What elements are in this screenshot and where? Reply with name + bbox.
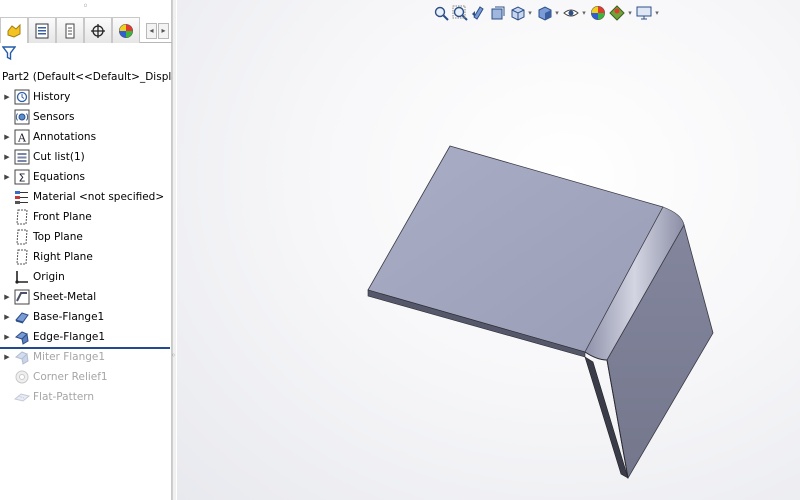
rollback-handle[interactable]: ◦ bbox=[171, 351, 176, 360]
sheet-metal-icon bbox=[14, 289, 30, 305]
corner-relief-icon bbox=[14, 369, 30, 385]
expand-arrow-icon[interactable]: ▶ bbox=[0, 313, 14, 321]
svg-text:A: A bbox=[17, 132, 27, 145]
tree-root-part[interactable]: Part2 (Default<<Default>_Display State bbox=[0, 68, 172, 86]
tree-item-right-plane[interactable]: Right Plane bbox=[0, 247, 170, 267]
tree-item-flat-pattern[interactable]: Flat-Pattern bbox=[0, 387, 170, 407]
filter-icon bbox=[1, 46, 17, 61]
expand-arrow-icon[interactable]: ▶ bbox=[0, 353, 14, 361]
tree-item-label: Flat-Pattern bbox=[33, 391, 95, 403]
tree-item-label: Miter Flange1 bbox=[33, 351, 106, 363]
property-manager-icon bbox=[35, 23, 49, 38]
material-icon bbox=[15, 191, 28, 204]
annotations-icon: A bbox=[14, 129, 30, 145]
sensors-icon bbox=[14, 109, 30, 125]
base-flange-icon bbox=[15, 312, 29, 324]
tab-property-manager[interactable] bbox=[28, 17, 56, 43]
history-icon bbox=[14, 89, 30, 105]
tab-display-manager[interactable] bbox=[112, 17, 140, 43]
miter-flange-icon bbox=[14, 349, 30, 365]
panel-tabs: ◂ ▸ bbox=[0, 17, 172, 43]
tree-item-corner-relief1[interactable]: Corner Relief1 bbox=[0, 367, 170, 387]
tab-scroll-left-button[interactable]: ◂ bbox=[146, 23, 157, 39]
tree-filter-button[interactable] bbox=[1, 45, 17, 64]
tree-item-base-flange1[interactable]: ▶ Base-Flange1 bbox=[0, 307, 170, 327]
tree-item-label: Top Plane bbox=[33, 231, 83, 243]
origin-icon bbox=[15, 271, 28, 284]
tree-item-edge-flange1[interactable]: ▶ Edge-Flange1 bbox=[0, 327, 170, 347]
tree-item-equations[interactable]: ▶ Σ Equations bbox=[0, 167, 170, 187]
equations-icon: Σ bbox=[14, 169, 30, 185]
cut-list-icon bbox=[14, 149, 30, 165]
miter-flange-icon bbox=[14, 351, 29, 365]
tree-item-label: Right Plane bbox=[33, 251, 93, 263]
tree-item-label: Edge-Flange1 bbox=[33, 331, 106, 343]
crosshair-icon bbox=[91, 23, 105, 38]
annotations-icon: A bbox=[14, 129, 30, 145]
tab-scroll-right-button[interactable]: ▸ bbox=[158, 23, 169, 39]
plane-icon bbox=[14, 229, 30, 245]
tab-feature-manager[interactable] bbox=[0, 17, 28, 43]
flat-pattern-icon bbox=[14, 393, 30, 402]
tree-item-history[interactable]: ▶ History bbox=[0, 87, 170, 107]
expand-arrow-icon[interactable]: ▶ bbox=[0, 333, 14, 341]
expand-arrow-icon[interactable]: ▶ bbox=[0, 133, 14, 141]
corner-relief-icon bbox=[15, 370, 29, 384]
svg-text:Σ: Σ bbox=[19, 172, 26, 185]
tree-item-cut-list-1[interactable]: ▶ Cut list(1) bbox=[0, 147, 170, 167]
rollback-bar[interactable] bbox=[0, 347, 170, 349]
history-icon bbox=[14, 89, 30, 105]
tree-item-front-plane[interactable]: Front Plane bbox=[0, 207, 170, 227]
tab-configuration-manager[interactable] bbox=[56, 17, 84, 43]
plane-icon bbox=[16, 209, 28, 225]
tree-item-material-not-specified[interactable]: Material <not specified> bbox=[0, 187, 170, 207]
origin-icon bbox=[14, 269, 30, 285]
sheet-metal-icon bbox=[14, 289, 30, 305]
appearance-icon bbox=[119, 23, 133, 38]
plane-icon bbox=[16, 229, 28, 245]
graphics-area[interactable]: ▾ ▾ ▾ ▾ ▾ bbox=[177, 0, 800, 500]
sheet-metal-part-model[interactable] bbox=[177, 0, 800, 500]
base-flange-icon bbox=[14, 309, 30, 325]
tree-item-label: Base-Flange1 bbox=[33, 311, 105, 323]
tree-item-annotations[interactable]: ▶ A Annotations bbox=[0, 127, 170, 147]
tree-item-label: Corner Relief1 bbox=[33, 371, 108, 383]
plane-icon bbox=[16, 249, 28, 265]
edge-flange-icon bbox=[14, 329, 30, 345]
tree-item-miter-flange1[interactable]: ▶ Miter Flange1 bbox=[0, 347, 170, 367]
configuration-manager-icon bbox=[65, 23, 75, 38]
expand-arrow-icon[interactable]: ▶ bbox=[0, 173, 14, 181]
expand-arrow-icon[interactable]: ▶ bbox=[0, 153, 14, 161]
expand-arrow-icon[interactable]: ▶ bbox=[0, 93, 14, 101]
tree-item-label: Sensors bbox=[33, 111, 75, 123]
plane-icon bbox=[14, 209, 30, 225]
sensors-icon bbox=[14, 109, 30, 125]
tree-item-label: Material <not specified> bbox=[33, 191, 165, 203]
tree-item-label: Origin bbox=[33, 271, 65, 283]
expand-arrow-icon[interactable]: ▶ bbox=[0, 293, 14, 301]
panel-grip[interactable]: ◦ bbox=[0, 0, 171, 14]
tree-root-label: Part2 (Default<<Default>_Display State bbox=[2, 71, 172, 83]
tree-item-origin[interactable]: Origin bbox=[0, 267, 170, 287]
flat-pattern-icon bbox=[14, 389, 30, 405]
edge-flange-icon bbox=[14, 331, 29, 345]
feature-manager-panel: ◦ ◂ ▸ Part2 (Default<<Default>_Display S… bbox=[0, 0, 172, 500]
panel-splitter[interactable] bbox=[172, 0, 176, 500]
tree-item-sensors[interactable]: Sensors bbox=[0, 107, 170, 127]
tree-item-label: Sheet-Metal bbox=[33, 291, 97, 303]
tab-dimxpert-manager[interactable] bbox=[84, 17, 112, 43]
material-icon bbox=[14, 189, 30, 205]
tree-item-top-plane[interactable]: Top Plane bbox=[0, 227, 170, 247]
equations-icon: Σ bbox=[14, 169, 30, 185]
tree-item-label: Equations bbox=[33, 171, 85, 183]
tree-item-label: Cut list(1) bbox=[33, 151, 85, 163]
feature-manager-icon bbox=[7, 23, 21, 38]
plane-icon bbox=[14, 249, 30, 265]
tree-item-label: Front Plane bbox=[33, 211, 92, 223]
tree-item-label: History bbox=[33, 91, 71, 103]
cut-list-icon bbox=[14, 149, 30, 165]
tree-item-label: Annotations bbox=[33, 131, 97, 143]
tree-item-sheet-metal[interactable]: ▶ Sheet-Metal bbox=[0, 287, 170, 307]
